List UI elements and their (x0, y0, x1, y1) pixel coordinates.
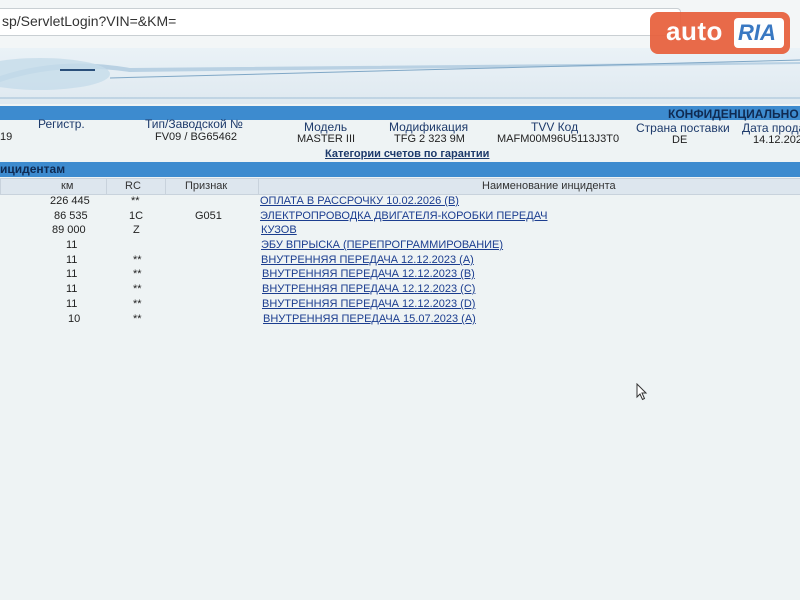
row-rc: ** (133, 268, 142, 280)
colhead-sign: Признак (185, 180, 228, 192)
row-km: 11 (66, 298, 78, 310)
row-rc: 1C (129, 210, 144, 222)
incident-link[interactable]: ВНУТРЕННЯЯ ПЕРЕДАЧА 12.12.2023 (C) (262, 283, 475, 295)
page-banner (0, 48, 800, 104)
col-type-number: Тип/Заводской № (145, 117, 243, 131)
incident-link[interactable]: ВНУТРЕННЯЯ ПЕРЕДАЧА 15.07.2023 (A) (263, 313, 476, 325)
row-km: 11 (66, 254, 78, 266)
row-rc: ** (133, 254, 142, 266)
value-date: 14.12.2023 (753, 134, 800, 146)
watermark-ria-badge: RIA (734, 18, 784, 48)
col-tvv-code: TVV Код (531, 120, 579, 134)
value-type-number: FV09 / BG65462 (155, 131, 237, 143)
confidential-label: КОНФИДЕНЦИАЛЬНО (668, 107, 799, 121)
row-km: 226 445 (50, 195, 90, 207)
row-km: 11 (66, 268, 78, 280)
warranty-categories-link[interactable]: Категории счетов по гарантии (325, 148, 489, 160)
incident-link[interactable]: КУЗОВ (261, 224, 297, 236)
value-registr: 19 (0, 131, 13, 143)
banner-swoosh (0, 58, 800, 99)
incident-link[interactable]: ЭБУ ВПРЫСКА (ПЕРЕПРОГРАММИРОВАНИЕ) (261, 239, 503, 251)
colhead-rc: RC (125, 180, 141, 192)
row-rc: ** (133, 313, 142, 325)
col-date: Дата прода (742, 121, 800, 135)
row-km: 86 535 (54, 210, 88, 222)
row-rc: ** (133, 283, 142, 295)
address-bar[interactable]: sp/ServletLogin?VIN=&KM= (0, 8, 681, 36)
row-km: 10 (68, 313, 81, 325)
row-rc: Z (133, 224, 140, 236)
incident-link[interactable]: ОПЛАТА В РАССРОЧКУ 10.02.2026 (B) (260, 195, 459, 207)
row-sign: G051 (195, 210, 222, 222)
value-tvv-code: MAFM00M96U5113J3T0 (497, 133, 620, 145)
incident-link[interactable]: ВНУТРЕННЯЯ ПЕРЕДАЧА 12.12.2023 (B) (262, 268, 475, 280)
col-country: Страна поставки (636, 121, 730, 135)
incident-link[interactable]: ВНУТРЕННЯЯ ПЕРЕДАЧА 12.12.2023 (A) (261, 254, 474, 266)
url-text[interactable]: sp/ServletLogin?VIN=&KM= (2, 13, 176, 29)
section-bar (0, 162, 800, 177)
row-rc: ** (133, 298, 142, 310)
incident-link[interactable]: ЭЛЕКТРОПРОВОДКА ДВИГАТЕЛЯ-КОРОБКИ ПЕРЕДА… (260, 210, 548, 222)
autoria-watermark: auto RIA (650, 12, 790, 54)
row-km: 89 000 (52, 224, 86, 236)
col-model: Модель (304, 120, 348, 134)
col-registr: Регистр. (38, 117, 85, 131)
incident-link[interactable]: ВНУТРЕННЯЯ ПЕРЕДАЧА 12.12.2023 (D) (262, 298, 475, 310)
value-country: DE (672, 134, 688, 146)
colhead-km-cell (0, 178, 107, 195)
section-title: ицидентам (0, 162, 66, 176)
row-rc: ** (131, 195, 140, 207)
value-modification: TFG 2 323 9M (394, 133, 465, 145)
watermark-ria-text: RIA (738, 20, 776, 45)
col-modification: Модификация (389, 120, 469, 134)
mouse-pointer-icon (636, 383, 648, 401)
watermark-auto-text: auto (666, 16, 723, 46)
colhead-name: Наименование инцидента (482, 180, 616, 192)
value-model: MASTER III (297, 133, 356, 145)
row-km: 11 (66, 283, 78, 295)
row-km: 11 (66, 239, 78, 251)
colhead-km: км (61, 180, 74, 192)
